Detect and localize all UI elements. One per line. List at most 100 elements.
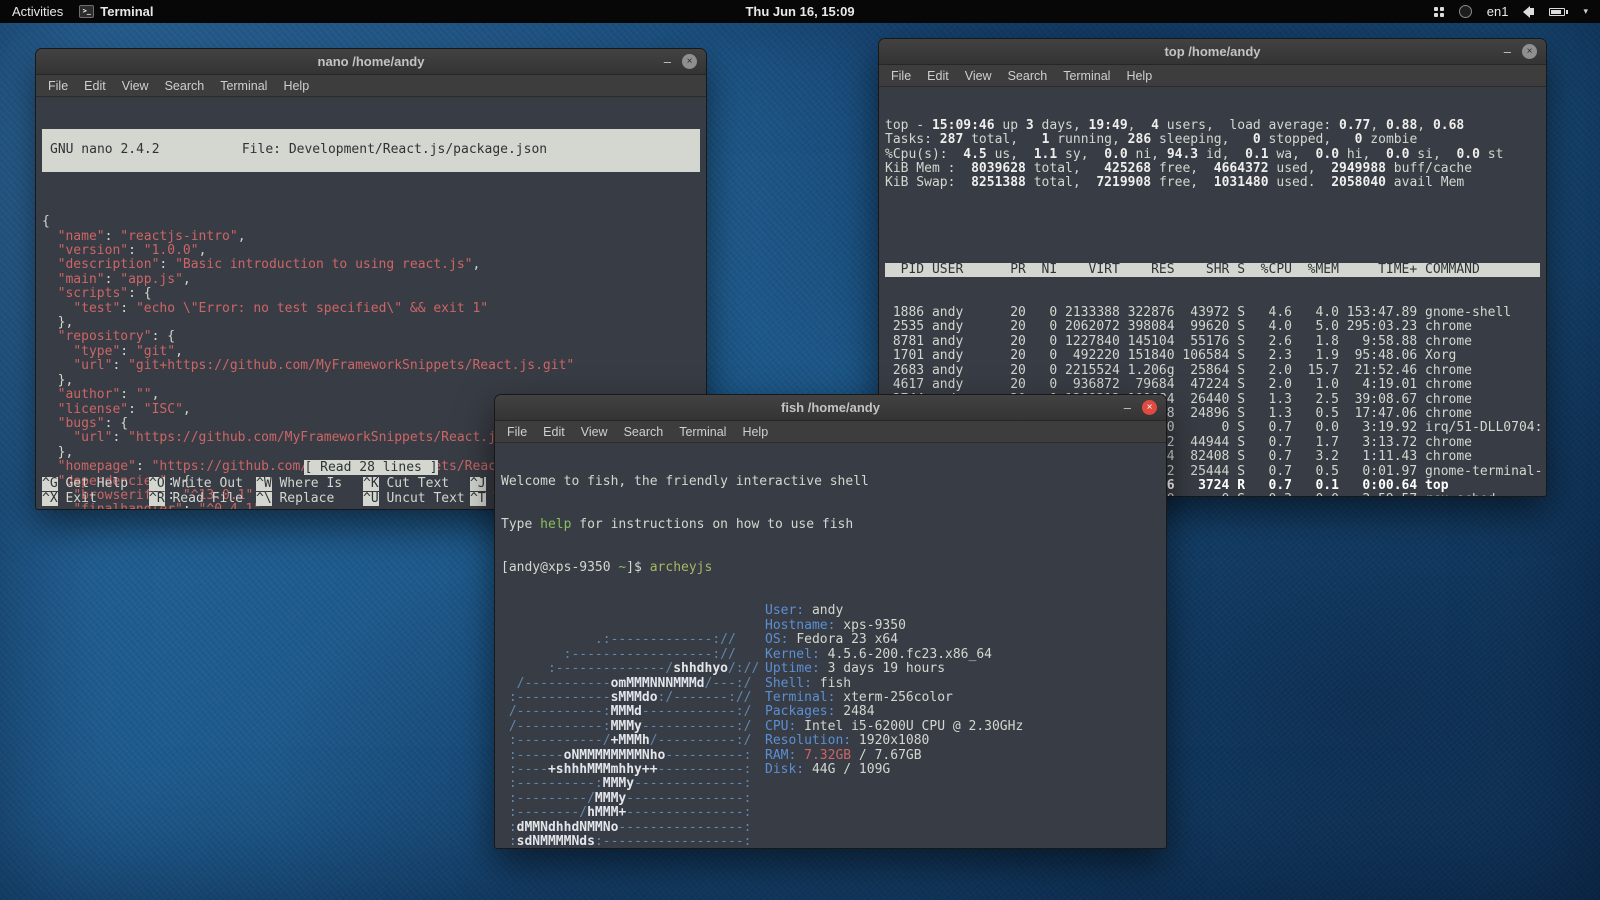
gnome-top-bar: Activities >_ Terminal Thu Jun 16, 15:09… (0, 0, 1600, 23)
menu-item-edit[interactable]: Edit (76, 77, 114, 95)
minimize-button[interactable]: – (664, 55, 671, 68)
menu-item-view[interactable]: View (114, 77, 157, 95)
fish-window-buttons: – × (1124, 400, 1166, 415)
buffer-line: "version": "1.0.0", (42, 244, 700, 258)
summary-line: top - 15:09:46 up 3 days, 19:49, 4 users… (885, 119, 1540, 133)
nano-titlebar-line: GNU nano 2.4.2 File: Development/React.js… (42, 129, 700, 172)
summary-line: KiB Mem : 8039628 total, 425268 free, 46… (885, 162, 1540, 176)
buffer-line: "type": "git", (42, 345, 700, 359)
minimize-button[interactable]: – (1504, 45, 1511, 58)
nano-status-message: [ Read 28 lines ] (304, 460, 437, 475)
shortcut-replace: ^\ Replace (256, 492, 363, 506)
info-hostname: Hostname: xps-9350 (765, 619, 1023, 633)
process-row: 1886 andy 20 0 2133388 322876 43972 S 4.… (885, 306, 1540, 320)
process-row: 8781 andy 20 0 1227840 145104 55176 S 2.… (885, 335, 1540, 349)
process-row: 4617 andy 20 0 936872 79684 47224 S 2.0 … (885, 378, 1540, 392)
shortcut-read-file: ^R Read File (149, 492, 256, 506)
close-button[interactable]: × (1142, 400, 1157, 415)
menu-item-help[interactable]: Help (734, 423, 776, 441)
process-row: 2683 andy 20 0 2215524 1.206g 25864 S 2.… (885, 364, 1540, 378)
buffer-line: "scripts": { (42, 287, 700, 301)
nano-version: GNU nano 2.4.2 (50, 143, 160, 157)
close-button[interactable]: × (1522, 44, 1537, 59)
process-row: 2535 andy 20 0 2062072 398084 99620 S 4.… (885, 320, 1540, 334)
fish-help-line: Type help for instructions on how to use… (501, 518, 1160, 532)
summary-line: %Cpu(s): 4.5 us, 1.1 sy, 0.0 ni, 94.3 id… (885, 148, 1540, 162)
top-summary: top - 15:09:46 up 3 days, 19:49, 4 users… (885, 119, 1540, 191)
shortcut-uncut-text: ^U Uncut Text (363, 492, 470, 506)
menu-item-edit[interactable]: Edit (919, 67, 957, 85)
menu-item-file[interactable]: File (883, 67, 919, 85)
info-kernel: Kernel: 4.5.6-200.fc23.x86_64 (765, 648, 1023, 662)
menu-item-file[interactable]: File (499, 423, 535, 441)
buffer-line: "url": "git+https://github.com/MyFramewo… (42, 359, 700, 373)
nano-titlebar[interactable]: nano /home/andy – × (36, 49, 706, 75)
menu-item-search[interactable]: Search (616, 423, 672, 441)
nano-window-title: nano /home/andy (36, 54, 706, 69)
info-terminal: Terminal: xterm-256color (765, 691, 1023, 705)
fish-titlebar[interactable]: fish /home/andy – × (495, 395, 1166, 421)
info-disk: Disk: 44G / 109G (765, 763, 1023, 777)
menu-item-view[interactable]: View (573, 423, 616, 441)
process-row: 1701 andy 20 0 492220 151840 106584 S 2.… (885, 349, 1540, 363)
top-window-title: top /home/andy (879, 44, 1546, 59)
status-circle-icon[interactable] (1459, 5, 1472, 18)
menu-item-help[interactable]: Help (275, 77, 317, 95)
summary-line: KiB Swap: 8251388 total, 7219908 free, 1… (885, 176, 1540, 190)
battery-icon[interactable] (1549, 8, 1568, 16)
menu-item-help[interactable]: Help (1118, 67, 1160, 85)
fish-prompt-line-1: [andy@xps-9350 ~]$ archeyjs (501, 561, 1160, 575)
help-keyword: help (540, 517, 571, 532)
desktop: { "colors": { "desktop_blue": "#1d5889",… (0, 0, 1600, 900)
info-cpu: CPU: Intel i5-6200U CPU @ 2.30GHz (765, 720, 1023, 734)
nano-menubar: FileEditViewSearchTerminalHelp (36, 75, 706, 97)
menu-item-terminal[interactable]: Terminal (1055, 67, 1118, 85)
fish-menubar: FileEditViewSearchTerminalHelp (495, 421, 1166, 443)
buffer-line: "main": "app.js", (42, 273, 700, 287)
summary-line: Tasks: 287 total, 1 running, 286 sleepin… (885, 133, 1540, 147)
buffer-line: }, (42, 374, 700, 388)
shortcut-exit: ^X Exit (42, 492, 149, 506)
top-table-header: PID USER PR NI VIRT RES SHR S %CPU %MEM … (885, 263, 1540, 277)
menu-item-search[interactable]: Search (1000, 67, 1056, 85)
chevron-down-icon[interactable]: ▾ (1583, 6, 1588, 17)
system-info-list: User: andyHostname: xps-9350OS: Fedora 2… (765, 604, 1023, 777)
info-uptime: Uptime: 3 days 19 hours (765, 662, 1023, 676)
menu-item-view[interactable]: View (957, 67, 1000, 85)
clock[interactable]: Thu Jun 16, 15:09 (0, 4, 1600, 19)
menu-item-terminal[interactable]: Terminal (212, 77, 275, 95)
system-status-area: en1 ▾ (1434, 4, 1600, 19)
buffer-line: }, (42, 316, 700, 330)
shortcut-write-out: ^O Write Out (149, 477, 256, 491)
info-user: User: andy (765, 604, 1023, 618)
fish-window-title: fish /home/andy (495, 400, 1166, 415)
info-os: OS: Fedora 23 x64 (765, 633, 1023, 647)
buffer-line: "name": "reactjs-intro", (42, 230, 700, 244)
app-grid-icon[interactable] (1434, 7, 1444, 17)
keyboard-layout-indicator[interactable]: en1 (1487, 4, 1509, 19)
fish-welcome-line: Welcome to fish, the friendly interactiv… (501, 475, 1160, 489)
fish-window: fish /home/andy – × FileEditViewSearchTe… (494, 394, 1167, 849)
minimize-button[interactable]: – (1124, 401, 1131, 414)
typed-command: archeyjs (650, 560, 713, 575)
menu-item-file[interactable]: File (40, 77, 76, 95)
info-ram: RAM: 7.32GB / 7.67GB (765, 749, 1023, 763)
menu-item-search[interactable]: Search (157, 77, 213, 95)
volume-icon[interactable] (1523, 6, 1534, 18)
nano-window-buttons: – × (664, 54, 706, 69)
buffer-line: "repository": { (42, 330, 700, 344)
buffer-line: "description": "Basic introduction to us… (42, 258, 700, 272)
shortcut-where-is: ^W Where Is (256, 477, 363, 491)
shortcut-get-help: ^G Get Help (42, 477, 149, 491)
close-button[interactable]: × (682, 54, 697, 69)
top-titlebar[interactable]: top /home/andy – × (879, 39, 1546, 65)
nano-filename: File: Development/React.js/package.json (242, 142, 547, 157)
top-menubar: FileEditViewSearchTerminalHelp (879, 65, 1546, 87)
info-resolution: Resolution: 1920x1080 (765, 734, 1023, 748)
info-packages: Packages: 2484 (765, 705, 1023, 719)
menu-item-edit[interactable]: Edit (535, 423, 573, 441)
menu-item-terminal[interactable]: Terminal (671, 423, 734, 441)
fish-terminal-screen[interactable]: Welcome to fish, the friendly interactiv… (495, 443, 1166, 848)
top-window-buttons: – × (1504, 44, 1546, 59)
buffer-line: { (42, 215, 700, 229)
